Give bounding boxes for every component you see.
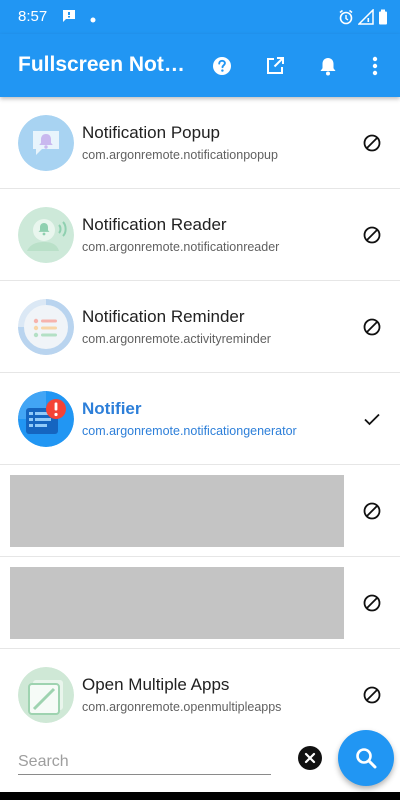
block-icon [363,318,381,336]
app-package: com.argonremote.notificationgenerator [82,424,297,438]
app-package: com.argonremote.notificationreader [82,240,280,254]
block-icon [363,686,381,704]
notification-reminder-app-icon [18,299,74,355]
notifications-button[interactable] [316,54,340,78]
search-input[interactable] [18,749,271,775]
app-screen: 8:57 Fullscreen Notifications [0,0,400,800]
app-name: Open Multiple Apps [82,675,230,694]
disabled-status-toggle[interactable] [362,501,382,521]
app-list: Notification Popup com.argonremote.notif… [0,97,400,724]
battery-icon [378,9,388,30]
status-left-icons [62,9,96,28]
notifier-app-icon [18,391,74,447]
signal-icon [357,8,374,30]
disabled-status-toggle[interactable] [362,317,382,337]
search-bar [0,724,400,792]
app-name: Notification Reminder [82,307,245,326]
check-icon [364,413,380,426]
disabled-status-toggle[interactable] [362,225,382,245]
selected-status-toggle[interactable] [362,409,382,429]
app-bar: Fullscreen Notifications [0,34,400,97]
app-row-open-multiple-apps[interactable]: Open Multiple Apps com.argonremote.openm… [0,649,400,724]
app-row-notification-reminder[interactable]: Notification Reminder com.argonremote.ac… [0,281,400,373]
disabled-status-toggle[interactable] [362,593,382,613]
disabled-status-toggle[interactable] [362,685,382,705]
help-button[interactable] [210,54,234,78]
more-vert-icon [372,56,378,76]
help-icon [213,57,231,75]
app-package: com.argonremote.notificationpopup [82,148,278,162]
app-title: Fullscreen Notifications [18,53,188,76]
app-row-notification-reader[interactable]: Notification Reader com.argonremote.noti… [0,189,400,281]
navigation-bar [0,792,400,800]
status-time: 8:57 [18,8,48,25]
search-icon [356,748,377,769]
disabled-status-toggle[interactable] [362,133,382,153]
app-name: Notification Popup [82,123,220,142]
ad-placeholder[interactable] [10,475,344,547]
app-row-notification-popup[interactable]: Notification Popup com.argonremote.notif… [0,97,400,189]
app-package: com.argonremote.activityreminder [82,332,271,346]
app-row-ad-1[interactable] [0,465,400,557]
ad-placeholder[interactable] [10,567,344,639]
dot-icon [90,10,96,28]
open-external-icon [267,57,284,74]
status-bar: 8:57 [0,0,400,34]
message-icon [62,9,76,28]
notification-popup-app-icon [18,115,74,171]
app-row-notifier[interactable]: Notifier com.argonremote.notificationgen… [0,373,400,465]
block-icon [363,226,381,244]
clear-search-button[interactable] [298,746,322,770]
app-package: com.argonremote.openmultipleapps [82,700,282,714]
more-options-button[interactable] [363,54,387,78]
status-right-icons [338,8,388,30]
open-multiple-apps-app-icon [18,667,74,723]
block-icon [363,594,381,612]
app-name: Notification Reader [82,215,227,234]
block-icon [363,134,381,152]
notification-reader-app-icon [18,207,74,263]
app-name: Notifier [82,399,142,418]
search-button[interactable] [338,730,394,786]
block-icon [363,502,381,520]
bell-icon [320,58,336,76]
app-row-ad-2[interactable] [0,557,400,649]
open-external-button[interactable] [263,54,287,78]
close-icon [304,752,316,764]
alarm-icon [338,9,354,30]
